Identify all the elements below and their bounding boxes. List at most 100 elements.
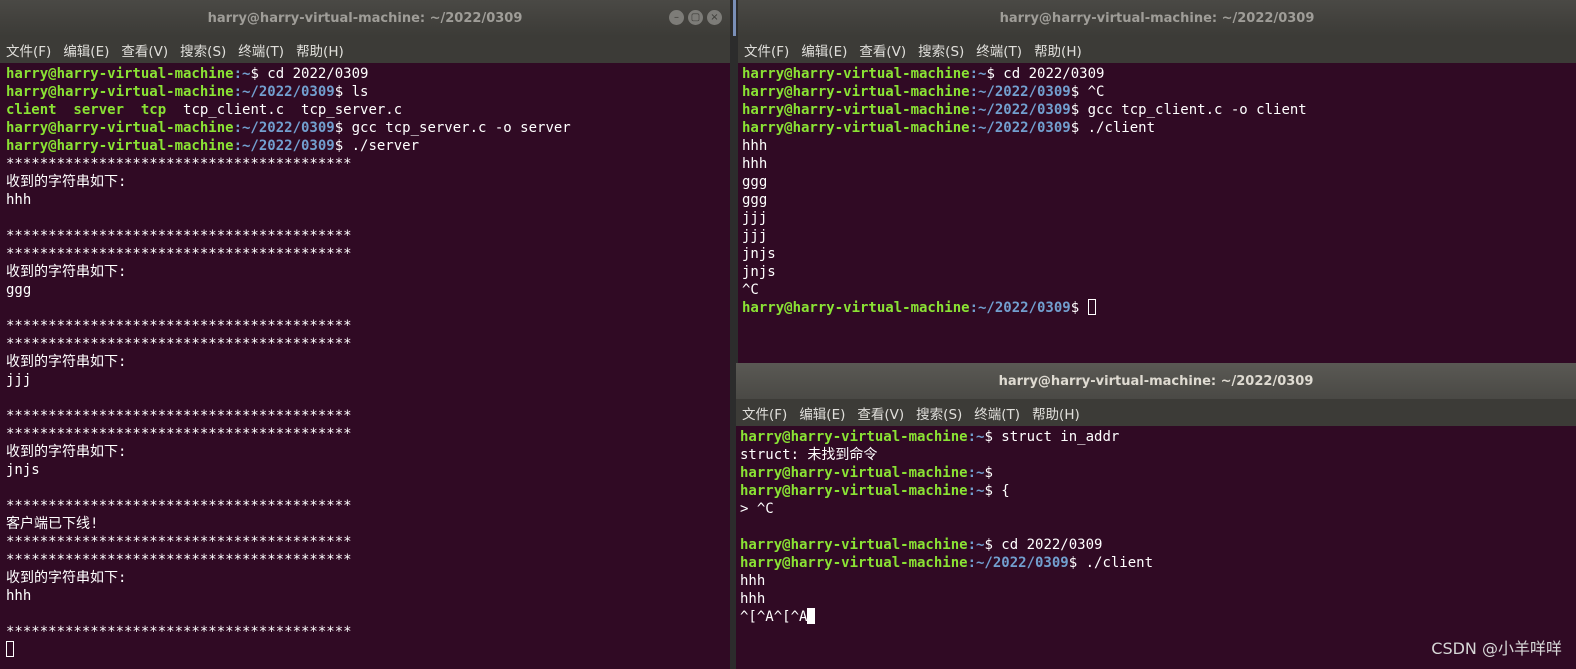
terminal-line: 客户端已下线! — [6, 515, 730, 533]
right-top-window-title: harry@harry-virtual-machine: ~/2022/0309 — [999, 10, 1315, 26]
prompt-command: $ — [1070, 300, 1088, 316]
terminal-line: > ^C — [740, 500, 1576, 518]
right-bottom-terminal-content[interactable]: harry@harry-virtual-machine:~$ struct in… — [736, 426, 1576, 669]
text-cursor — [1087, 299, 1096, 315]
terminal-line: hhh — [742, 137, 1576, 155]
prompt-path: :~/2022/0309 — [969, 300, 1071, 316]
output-text: hhh — [742, 138, 768, 154]
prompt-path: :~/2022/0309 — [233, 84, 335, 100]
menu-item[interactable]: 帮助(H) — [1032, 403, 1080, 423]
menu-item[interactable]: 终端(T) — [976, 40, 1022, 60]
output-text: 收到的字符串如下: — [6, 264, 127, 280]
left-window-titlebar[interactable]: harry@harry-virtual-machine: ~/2022/0309 — [0, 0, 730, 36]
prompt-user: harry@harry-virtual-machine — [742, 300, 970, 316]
right-bottom-window-titlebar[interactable]: harry@harry-virtual-machine: ~/2022/0309 — [736, 363, 1576, 399]
output-text: hhh — [6, 192, 32, 208]
prompt-command: $ ^C — [1070, 84, 1105, 100]
menu-item[interactable]: 帮助(H) — [296, 40, 344, 60]
terminal-line: 收到的字符串如下: — [6, 263, 730, 281]
terminal-line: ggg — [6, 281, 730, 299]
maximize-icon[interactable]: ▢ — [688, 10, 703, 25]
prompt-user: harry@harry-virtual-machine — [740, 555, 968, 571]
prompt-path: :~/2022/0309 — [967, 555, 1069, 571]
prompt-command: $ cd 2022/0309 — [986, 66, 1105, 82]
menu-item[interactable]: 帮助(H) — [1034, 40, 1082, 60]
menu-item[interactable]: 搜索(S) — [180, 40, 226, 60]
menu-item[interactable]: 终端(T) — [974, 403, 1020, 423]
menu-item[interactable]: 编辑(E) — [801, 40, 847, 60]
terminal-line: ****************************************… — [6, 533, 730, 551]
prompt-path: :~ — [233, 66, 251, 82]
output-text: hhh — [740, 573, 766, 589]
output-text: ****************************************… — [6, 624, 352, 640]
output-text: ****************************************… — [6, 534, 352, 550]
right-bottom-menubar: 文件(F) 编辑(E) 查看(V) 搜索(S) 终端(T) 帮助(H) — [736, 399, 1576, 426]
menu-item[interactable]: 查看(V) — [857, 403, 904, 423]
prompt-user: harry@harry-virtual-machine — [740, 429, 968, 445]
prompt-path: :~ — [967, 429, 985, 445]
output-text: jnjs — [742, 246, 776, 262]
prompt-user: harry@harry-virtual-machine — [740, 483, 968, 499]
right-top-window-titlebar[interactable]: harry@harry-virtual-machine: ~/2022/0309 — [738, 0, 1576, 36]
menu-item[interactable]: 编辑(E) — [799, 403, 845, 423]
menu-item[interactable]: 搜索(S) — [918, 40, 964, 60]
menu-item[interactable]: 查看(V) — [121, 40, 168, 60]
output-text: struct: 未找到命令 — [740, 447, 878, 463]
terminal-line: ****************************************… — [6, 155, 730, 173]
terminal-line: ****************************************… — [6, 335, 730, 353]
menu-item[interactable]: 文件(F) — [744, 40, 789, 60]
terminal-line: jnjs — [742, 245, 1576, 263]
prompt-user: harry@harry-virtual-machine — [6, 138, 234, 154]
menu-item[interactable]: 终端(T) — [238, 40, 284, 60]
terminal-line: ****************************************… — [6, 551, 730, 569]
output-text: ****************************************… — [6, 498, 352, 514]
menu-item[interactable]: 文件(F) — [742, 403, 787, 423]
minimize-icon[interactable]: – — [669, 10, 684, 25]
left-window-controls: – ▢ × — [665, 10, 722, 25]
menu-item[interactable]: 搜索(S) — [916, 403, 962, 423]
right-top-terminal-window: harry@harry-virtual-machine: ~/2022/0309… — [738, 0, 1576, 366]
prompt-user: harry@harry-virtual-machine — [742, 102, 970, 118]
directory-listing-executables: client server tcp — [6, 102, 184, 118]
menu-item[interactable]: 编辑(E) — [63, 40, 109, 60]
terminal-line: ****************************************… — [6, 425, 730, 443]
terminal-line: harry@harry-virtual-machine:~/2022/0309$… — [6, 119, 730, 137]
left-terminal-content[interactable]: harry@harry-virtual-machine:~$ cd 2022/0… — [0, 63, 730, 669]
terminal-line: 收到的字符串如下: — [6, 353, 730, 371]
prompt-command: $ — [984, 465, 993, 481]
terminal-line: ****************************************… — [6, 497, 730, 515]
terminal-line: ****************************************… — [6, 317, 730, 335]
terminal-line: harry@harry-virtual-machine:~$ — [740, 464, 1576, 482]
terminal-line: ^[^A^[^A — [740, 608, 1576, 626]
terminal-line: jjj — [742, 209, 1576, 227]
prompt-command: $ cd 2022/0309 — [984, 537, 1103, 553]
prompt-command: $ ls — [334, 84, 369, 100]
prompt-path: :~ — [967, 465, 985, 481]
menu-item[interactable]: 查看(V) — [859, 40, 906, 60]
terminal-line: harry@harry-virtual-machine:~$ cd 2022/0… — [740, 536, 1576, 554]
prompt-command: $ gcc tcp_client.c -o client — [1070, 102, 1307, 118]
menu-item[interactable]: 文件(F) — [6, 40, 51, 60]
terminal-line: jjj — [742, 227, 1576, 245]
right-top-menubar: 文件(F) 编辑(E) 查看(V) 搜索(S) 终端(T) 帮助(H) — [738, 36, 1576, 63]
output-text: ****************************************… — [6, 228, 352, 244]
right-top-terminal-content[interactable]: harry@harry-virtual-machine:~$ cd 2022/0… — [738, 63, 1576, 366]
output-text: 收到的字符串如下: — [6, 570, 127, 586]
prompt-command: $ ./client — [1070, 120, 1156, 136]
output-text: ****************************************… — [6, 336, 352, 352]
terminal-line: hhh — [742, 155, 1576, 173]
output-text: hhh — [6, 588, 32, 604]
prompt-command: $ ./client — [1068, 555, 1154, 571]
text-cursor — [6, 641, 14, 657]
prompt-path: :~/2022/0309 — [969, 84, 1071, 100]
prompt-path: :~ — [967, 537, 985, 553]
close-icon[interactable]: × — [707, 10, 722, 25]
terminal-line: hhh — [740, 572, 1576, 590]
output-text: ****************************************… — [6, 426, 352, 442]
terminal-line: harry@harry-virtual-machine:~/2022/0309$… — [6, 83, 730, 101]
output-text: jjj — [6, 372, 32, 388]
